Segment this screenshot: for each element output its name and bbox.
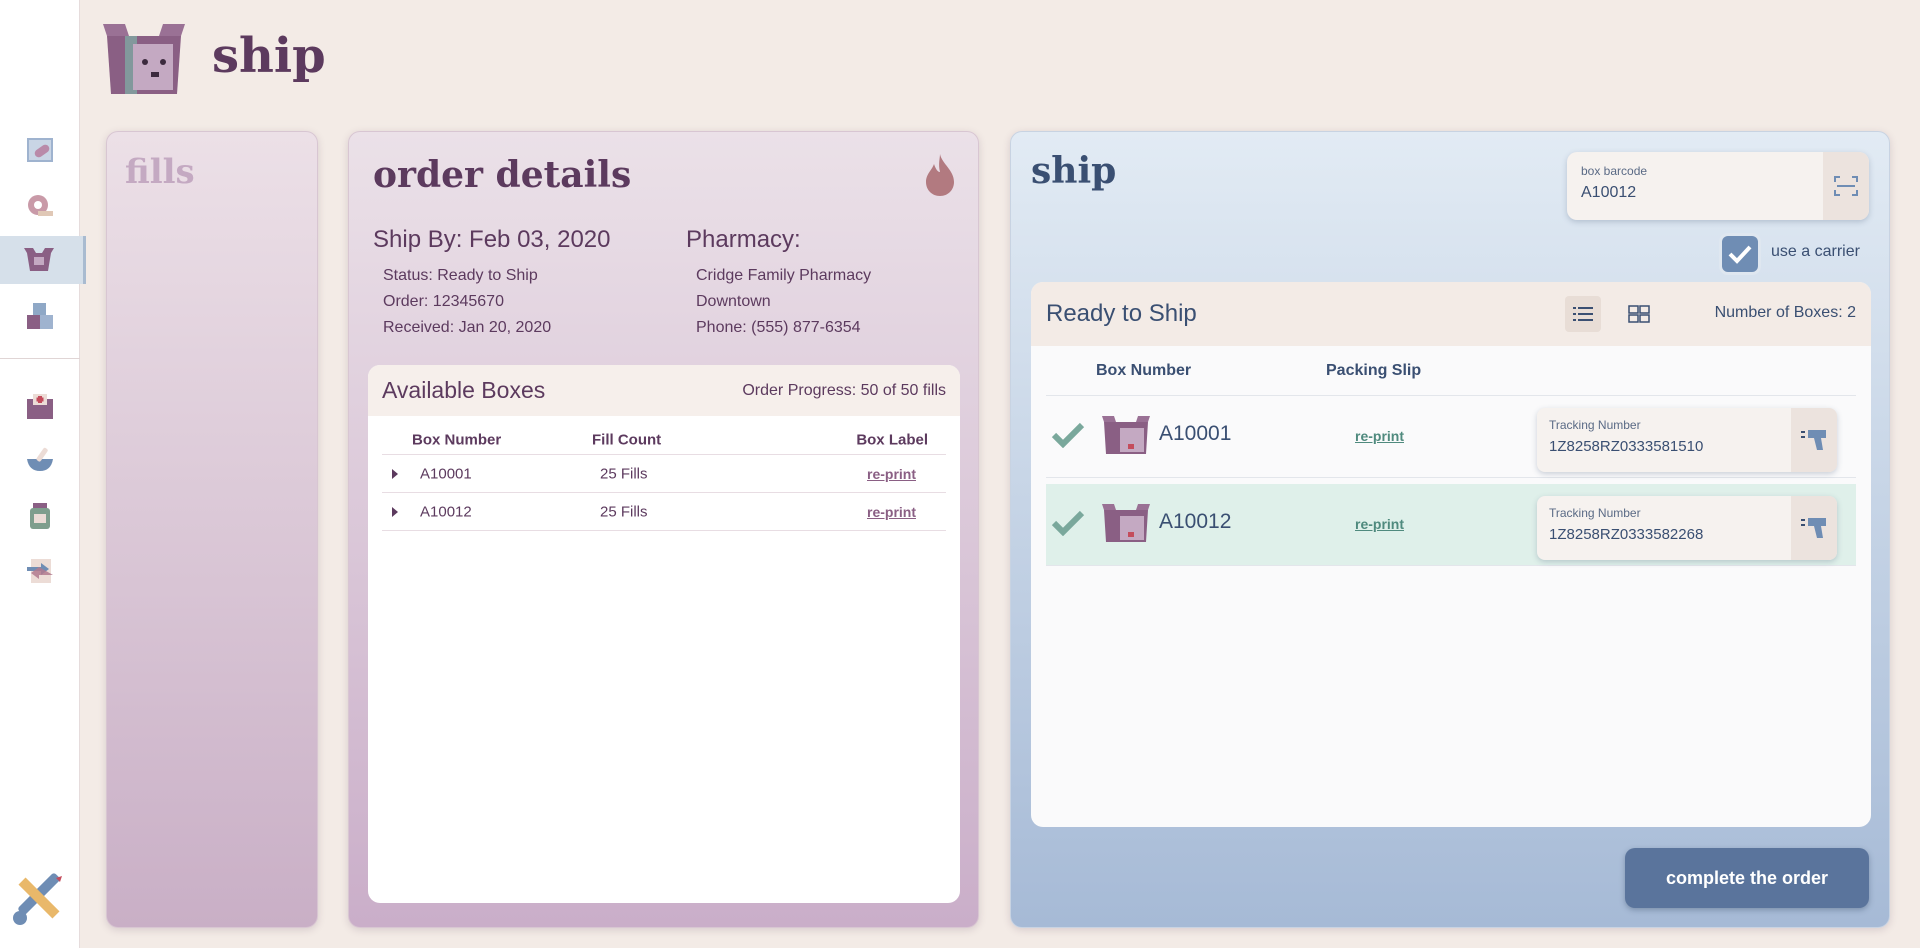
scan-tracking-button[interactable] bbox=[1791, 408, 1837, 472]
order-number: Order: 12345670 bbox=[383, 293, 504, 310]
table-row[interactable]: A10012 re-print Tracking Number 1Z8258RZ… bbox=[1046, 484, 1856, 566]
nav-item-transfer[interactable] bbox=[0, 546, 86, 594]
nav-item-medicine-jar[interactable] bbox=[0, 492, 86, 540]
order-progress: Order Progress: 50 of 50 fills bbox=[742, 381, 946, 399]
order-status: Status: Ready to Ship bbox=[383, 267, 538, 284]
nav-item-mortar[interactable] bbox=[0, 436, 86, 484]
medicine-jar-icon bbox=[30, 503, 50, 529]
ship-panel: ship box barcode A10012 use a carrier Re… bbox=[1010, 131, 1890, 928]
box-icon bbox=[1102, 504, 1150, 542]
available-boxes-header: Available Boxes Order Progress: 50 of 50… bbox=[368, 365, 960, 416]
table-row[interactable]: A10001 25 Fills re-print bbox=[382, 455, 946, 493]
flame-icon[interactable] bbox=[924, 154, 956, 196]
transfer-icon bbox=[27, 559, 53, 583]
checkmark-icon bbox=[1728, 245, 1752, 264]
nav-rail bbox=[0, 0, 86, 948]
ship-box-number: A10001 bbox=[1159, 422, 1232, 445]
nav-item-pill-card[interactable] bbox=[0, 126, 86, 174]
order-details-title: order details bbox=[373, 154, 632, 196]
order-info: Status: Ready to Ship Order: 12345670 Re… bbox=[383, 263, 551, 341]
tracking-number-input[interactable]: 1Z8258RZ0333582268 bbox=[1549, 526, 1703, 543]
nav-item-first-aid[interactable] bbox=[0, 382, 86, 430]
ready-to-ship-card: Ready to Ship Number of Boxes: 2 Box Num… bbox=[1031, 282, 1871, 827]
pharmacy-name: Cridge Family Pharmacy bbox=[696, 267, 872, 284]
row-box-number: A10012 bbox=[420, 503, 472, 520]
table-row[interactable]: A10001 re-print Tracking Number 1Z8258RZ… bbox=[1046, 396, 1856, 478]
nav-item-ship[interactable] bbox=[0, 236, 86, 284]
ready-to-ship-title: Ready to Ship bbox=[1046, 300, 1197, 327]
row-fill-count: 25 Fills bbox=[600, 465, 648, 482]
tracking-number-input[interactable]: 1Z8258RZ0333581510 bbox=[1549, 438, 1703, 455]
pharmacy-branch: Downtown bbox=[696, 293, 771, 310]
pill-card-icon bbox=[27, 138, 53, 162]
list-view-button[interactable] bbox=[1565, 296, 1601, 332]
row-fill-count: 25 Fills bbox=[600, 503, 648, 520]
box-barcode-field[interactable]: box barcode A10012 bbox=[1567, 152, 1869, 220]
barcode-scanner-icon bbox=[1801, 430, 1826, 450]
box-barcode-input[interactable]: A10012 bbox=[1581, 184, 1636, 202]
fills-panel: fills bbox=[106, 131, 318, 928]
app-logo-icon bbox=[103, 24, 185, 94]
grid-view-button[interactable] bbox=[1621, 296, 1657, 332]
col-box-number: Box Number bbox=[412, 431, 502, 448]
pharmacy-phone: Phone: (555) 877-6354 bbox=[696, 319, 861, 336]
expand-triangle-icon[interactable] bbox=[392, 468, 398, 479]
ship-box-icon bbox=[23, 248, 54, 271]
nav-divider bbox=[0, 358, 80, 359]
complete-order-button[interactable]: complete the order bbox=[1625, 848, 1869, 908]
ready-to-ship-table-header: Box Number Packing Slip bbox=[1046, 346, 1856, 396]
shipped-check-icon bbox=[1051, 510, 1085, 536]
col-box-number: Box Number bbox=[1096, 361, 1192, 379]
pharmacy-heading: Pharmacy: bbox=[686, 226, 801, 253]
number-of-boxes: Number of Boxes: 2 bbox=[1714, 304, 1856, 321]
col-box-label: Box Label bbox=[856, 431, 928, 448]
use-carrier-label[interactable]: use a carrier bbox=[1771, 243, 1860, 261]
nav-item-stacked-boxes[interactable] bbox=[0, 292, 86, 340]
tracking-number-field[interactable]: Tracking Number 1Z8258RZ0333582268 bbox=[1537, 496, 1837, 560]
tracking-number-label: Tracking Number bbox=[1549, 418, 1641, 432]
packing-slip-reprint-link[interactable]: re-print bbox=[1355, 516, 1404, 532]
fills-title: fills bbox=[125, 152, 195, 192]
ship-box-number: A10012 bbox=[1159, 510, 1232, 533]
box-label-reprint-link[interactable]: re-print bbox=[867, 504, 916, 520]
tape-roll-icon bbox=[28, 195, 53, 216]
order-received: Received: Jan 20, 2020 bbox=[383, 319, 552, 336]
barcode-scanner-icon bbox=[1801, 518, 1826, 538]
ready-to-ship-header: Ready to Ship Number of Boxes: 2 bbox=[1031, 282, 1871, 346]
list-view-icon bbox=[1573, 307, 1593, 321]
order-details-panel: order details Ship By: Feb 03, 2020 Phar… bbox=[348, 131, 979, 928]
grid-view-icon bbox=[1628, 305, 1650, 323]
col-packing-slip: Packing Slip bbox=[1326, 361, 1422, 379]
page-title: ship bbox=[212, 28, 326, 84]
pharmacy-info: Cridge Family Pharmacy Downtown Phone: (… bbox=[696, 263, 871, 341]
packing-slip-reprint-link[interactable]: re-print bbox=[1355, 428, 1404, 444]
box-icon bbox=[1102, 416, 1150, 454]
shipped-check-icon bbox=[1051, 422, 1085, 448]
row-box-number: A10001 bbox=[420, 465, 472, 482]
ship-title: ship bbox=[1031, 150, 1117, 192]
barcode-scan-icon bbox=[1834, 176, 1858, 196]
box-barcode-label: box barcode bbox=[1581, 164, 1648, 178]
barcode-scan-button[interactable] bbox=[1823, 152, 1869, 220]
table-row[interactable]: A10012 25 Fills re-print bbox=[382, 493, 946, 531]
stacked-boxes-icon bbox=[27, 303, 53, 329]
expand-triangle-icon[interactable] bbox=[392, 506, 398, 517]
tracking-number-field[interactable]: Tracking Number 1Z8258RZ0333581510 bbox=[1537, 408, 1837, 472]
scan-tracking-button[interactable] bbox=[1791, 496, 1837, 560]
available-boxes-table-header: Box Number Fill Count Box Label bbox=[382, 425, 946, 455]
box-label-reprint-link[interactable]: re-print bbox=[867, 466, 916, 482]
available-boxes-card: Available Boxes Order Progress: 50 of 50… bbox=[368, 365, 960, 903]
first-aid-box-icon bbox=[27, 394, 53, 419]
available-boxes-title: Available Boxes bbox=[382, 377, 546, 403]
mortar-pestle-icon bbox=[27, 447, 53, 471]
col-fill-count: Fill Count bbox=[592, 431, 662, 448]
tracking-number-label: Tracking Number bbox=[1549, 506, 1641, 520]
wrench-pencil-icon[interactable] bbox=[10, 870, 68, 928]
use-carrier-checkbox[interactable] bbox=[1722, 236, 1758, 272]
ship-by-date: Ship By: Feb 03, 2020 bbox=[373, 226, 611, 253]
nav-item-tape[interactable] bbox=[0, 182, 86, 230]
